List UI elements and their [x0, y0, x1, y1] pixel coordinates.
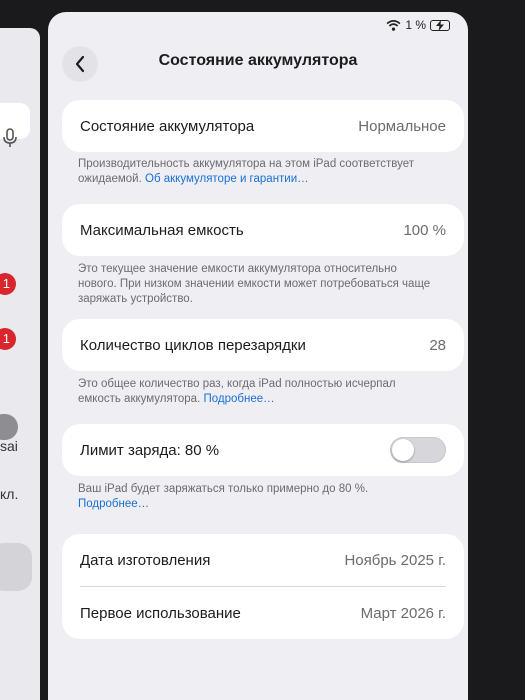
max-capacity-card: Максимальная емкость 100 % [62, 204, 464, 256]
cycle-count-more-link[interactable]: Подробнее… [203, 393, 274, 405]
charge-limit-card: Лимит заряда: 80 % [62, 424, 464, 476]
charge-limit-note: Ваш iPad будет заряжаться только примерн… [78, 482, 438, 512]
battery-health-row[interactable]: Состояние аккумулятора Нормальное [80, 100, 446, 152]
cycle-count-value: 28 [429, 336, 446, 354]
battery-settings-panel: 1 % Состояние аккумулятора Состояние акк… [48, 12, 468, 700]
charge-limit-toggle[interactable] [390, 437, 446, 463]
sidebar-button[interactable] [0, 543, 32, 591]
notification-badge: 1 [0, 273, 16, 295]
charge-limit-note-text: Ваш iPad будет заряжаться только примерн… [78, 483, 369, 495]
status-bar: 1 % [386, 18, 450, 32]
page-title: Состояние аккумулятора [158, 52, 358, 69]
max-capacity-row: Максимальная емкость 100 % [80, 204, 446, 256]
battery-health-note: Производительность аккумулятора на этом … [78, 157, 438, 187]
sidebar-text: кл. [0, 486, 19, 502]
cycle-count-card: Количество циклов перезарядки 28 [62, 319, 464, 371]
sidebar: 1 1 sai кл. [0, 28, 40, 700]
cycle-count-label: Количество циклов перезарядки [80, 336, 306, 354]
notification-badge: 1 [0, 328, 16, 350]
max-capacity-value: 100 % [403, 221, 446, 239]
sidebar-toggle[interactable] [0, 414, 18, 440]
max-capacity-note: Это текущее значение емкости аккумулятор… [78, 263, 431, 305]
battery-warranty-link[interactable]: Об аккумуляторе и гарантии… [145, 173, 309, 185]
microphone-icon[interactable] [2, 128, 18, 148]
max-capacity-label: Максимальная емкость [80, 221, 244, 239]
battery-health-card[interactable]: Состояние аккумулятора Нормальное [62, 100, 464, 152]
manufacture-date-value: Ноябрь 2025 г. [344, 551, 446, 569]
manufacture-date-row: Дата изготовления Ноябрь 2025 г. [80, 534, 446, 586]
wifi-icon [386, 19, 401, 31]
manufacture-date-label: Дата изготовления [80, 551, 211, 569]
first-use-label: Первое использование [80, 604, 241, 622]
charge-limit-more-link[interactable]: Подробнее… [78, 497, 438, 512]
battery-health-value: Нормальное [358, 117, 446, 135]
toggle-knob [392, 439, 414, 461]
battery-charging-icon [430, 19, 450, 31]
first-use-value: Март 2026 г. [360, 604, 446, 622]
sidebar-text: sai [0, 438, 18, 454]
first-use-row: Первое использование Март 2026 г. [80, 586, 446, 639]
battery-percent: 1 % [405, 18, 426, 32]
battery-health-label: Состояние аккумулятора [80, 117, 255, 135]
cycle-count-note: Это общее количество раз, когда iPad пол… [78, 377, 438, 407]
dates-card: Дата изготовления Ноябрь 2025 г. Первое … [62, 534, 464, 639]
cycle-count-row: Количество циклов перезарядки 28 [80, 319, 446, 371]
charge-limit-label: Лимит заряда: 80 % [80, 441, 220, 459]
charge-limit-row: Лимит заряда: 80 % [80, 424, 446, 476]
